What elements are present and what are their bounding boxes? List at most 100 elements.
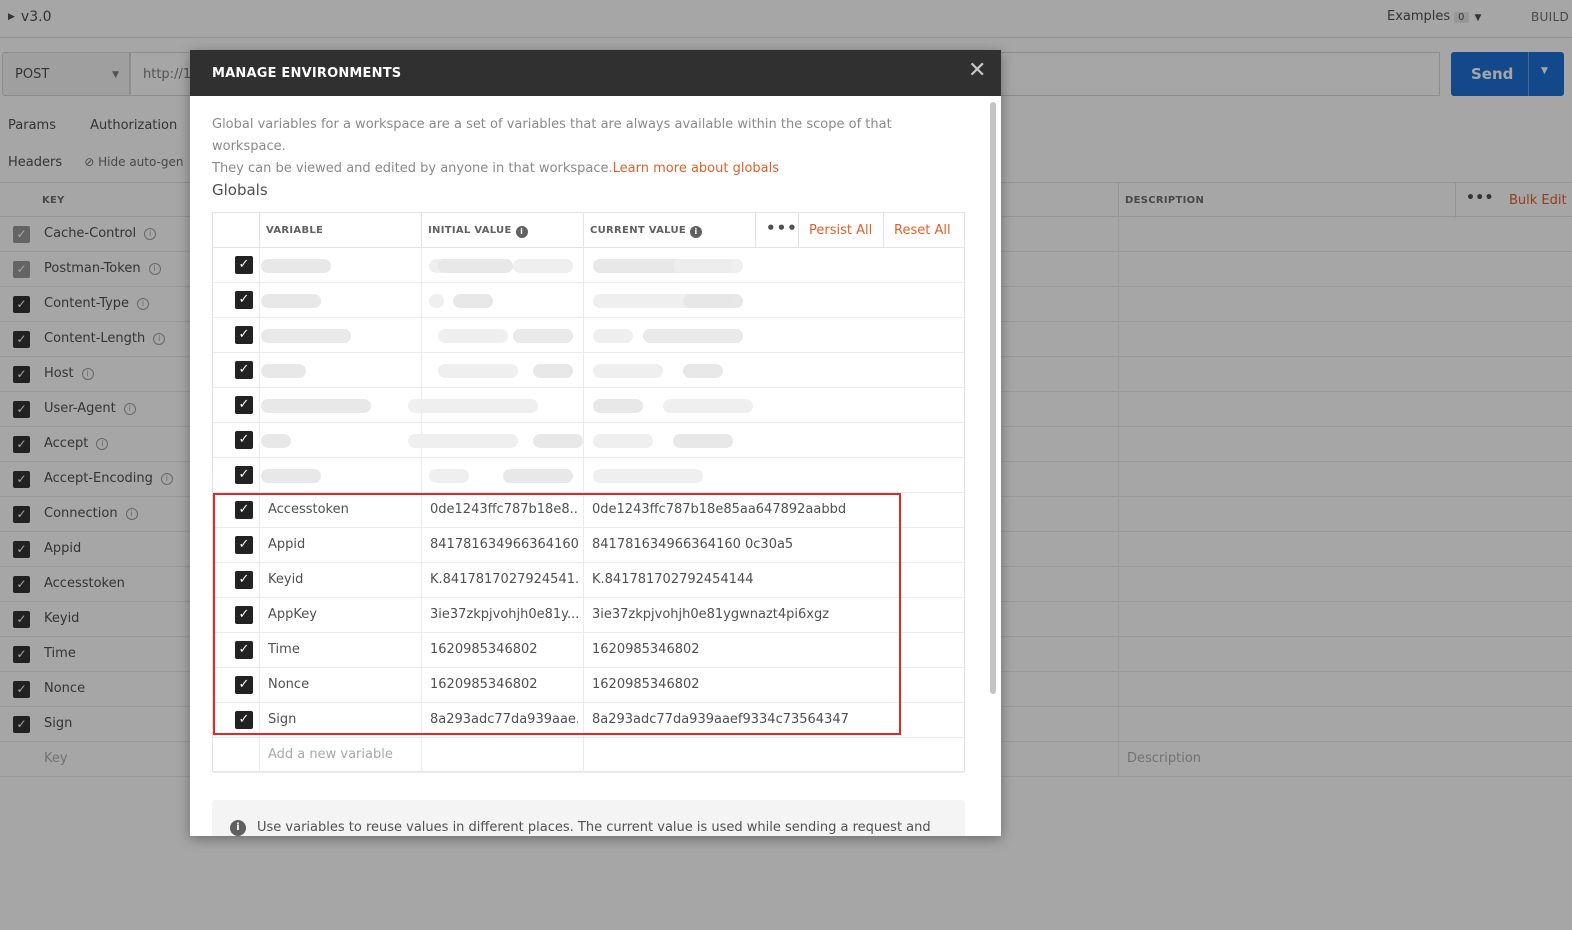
redacted-blur [261,469,321,483]
manage-environments-modal: MANAGE ENVIRONMENTS ✕ Global variables f… [190,50,1001,836]
variable-enabled-checkbox[interactable]: ✓ [235,536,253,554]
redacted-blur [261,364,306,378]
variable-enabled-checkbox[interactable]: ✓ [235,396,253,414]
variable-row: ✓ Keyid K.8417817027924541... K.84178170279… [213,563,964,598]
current-value-label: CURRENT VALUE [590,225,687,236]
column-divider [583,423,584,458]
redacted-blur [513,259,573,273]
variable-enabled-checkbox[interactable]: ✓ [235,291,253,309]
variable-current-value[interactable]: K.841781702792454144 [592,572,952,587]
column-divider [583,458,584,493]
variable-current-value[interactable]: 8a293adc77da939aaef9334c73564347 [592,712,952,727]
variable-row-redacted: ✓ [213,283,964,318]
variable-enabled-checkbox[interactable]: ✓ [235,466,253,484]
current-value-column-header: CURRENT VALUE i [590,225,703,238]
redacted-blur [593,364,663,378]
variable-name[interactable]: Time [268,642,418,657]
column-divider [421,563,422,598]
redacted-blur [429,294,444,308]
initial-value-column-header: INITIAL VALUE i [428,225,528,238]
variable-row-redacted: ✓ [213,423,964,458]
variable-name[interactable]: Accesstoken [268,502,418,517]
variable-enabled-checkbox[interactable]: ✓ [235,326,253,344]
column-divider [259,318,260,353]
modal-header: MANAGE ENVIRONMENTS ✕ [190,50,1001,96]
variable-initial-value[interactable]: 841781634966364160... [430,537,578,552]
intro-text-2: They can be viewed and edited by anyone … [212,161,613,176]
variable-name[interactable]: Keyid [268,572,418,587]
add-variable-row: Add a new variable [213,738,964,773]
info-icon[interactable]: i [690,226,703,238]
redacted-blur [593,434,653,448]
variable-enabled-checkbox[interactable]: ✓ [235,571,253,589]
variable-initial-value[interactable]: 1620985346802 [430,677,578,692]
column-divider [583,633,584,668]
column-divider [259,563,260,598]
variable-enabled-checkbox[interactable]: ✓ [235,431,253,449]
variable-name[interactable]: AppKey [268,607,418,622]
column-divider [421,493,422,528]
more-options-icon[interactable]: ••• [766,219,798,237]
column-divider [583,318,584,353]
column-divider [421,528,422,563]
column-divider [421,248,422,283]
column-divider [259,598,260,633]
variable-row-redacted: ✓ [213,458,964,493]
column-divider [755,213,756,248]
help-note-text: Use variables to reuse values in differe… [257,820,931,835]
variable-enabled-checkbox[interactable]: ✓ [235,606,253,624]
variable-name[interactable]: Nonce [268,677,418,692]
variable-initial-value[interactable]: 3ie37zkpjvohjh0e81y... [430,607,578,622]
redacted-blur [683,364,723,378]
variable-enabled-checkbox[interactable]: ✓ [235,711,253,729]
variable-initial-value[interactable]: 1620985346802 [430,642,578,657]
variable-row-redacted: ✓ [213,318,964,353]
variable-name[interactable]: Sign [268,712,418,727]
variable-current-value[interactable]: 841781634966364160 0c30a5 [592,537,952,552]
redacted-blur [429,469,469,483]
column-divider [259,528,260,563]
column-divider [421,703,422,738]
column-divider [259,458,260,493]
column-divider [583,213,584,248]
redacted-blur [593,329,633,343]
info-icon[interactable]: i [515,226,528,238]
learn-more-link[interactable]: Learn more about globals [613,161,779,176]
variable-enabled-checkbox[interactable]: ✓ [235,676,253,694]
variable-initial-value[interactable]: 8a293adc77da939aae... [430,712,578,727]
variable-enabled-checkbox[interactable]: ✓ [235,256,253,274]
variable-current-value[interactable]: 0de1243ffc787b18e85aa647892aabbd [592,502,952,517]
close-icon[interactable]: ✕ [968,60,986,82]
initial-value-label: INITIAL VALUE [428,225,512,236]
redacted-blur [533,364,573,378]
variable-initial-value[interactable]: K.8417817027924541... [430,572,578,587]
variable-current-value[interactable]: 3ie37zkpjvohjh0e81ygwnazt4pi6xgz [592,607,952,622]
column-divider [259,248,260,283]
column-divider [259,423,260,458]
column-divider [259,668,260,703]
redacted-blur [438,259,513,273]
variable-row: ✓ Appid 841781634966364160... 8417816349663… [213,528,964,563]
column-divider [583,528,584,563]
reset-all-button[interactable]: Reset All [894,223,951,238]
variable-enabled-checkbox[interactable]: ✓ [235,501,253,519]
column-divider [583,563,584,598]
column-divider [883,213,884,248]
persist-all-button[interactable]: Persist All [809,223,872,238]
variable-name[interactable]: Appid [268,537,418,552]
variable-current-value[interactable]: 1620985346802 [592,677,952,692]
modal-scrollbar[interactable] [990,102,996,694]
redacted-blur [408,399,538,413]
variable-row: ✓ Sign 8a293adc77da939aae... 8a293adc77da93… [213,703,964,738]
redacted-blur [683,294,743,308]
variable-row: ✓ Accesstoken 0de1243ffc787b18e8... 0de1243… [213,493,964,528]
variable-current-value[interactable]: 1620985346802 [592,642,952,657]
variable-initial-value[interactable]: 0de1243ffc787b18e8... [430,502,578,517]
variable-enabled-checkbox[interactable]: ✓ [235,641,253,659]
column-divider [259,633,260,668]
redacted-blur [261,294,321,308]
variables-help-note: i Use variables to reuse values in diffe… [212,800,965,836]
column-divider [259,388,260,423]
variable-enabled-checkbox[interactable]: ✓ [235,361,253,379]
add-variable-input[interactable]: Add a new variable [268,747,418,762]
